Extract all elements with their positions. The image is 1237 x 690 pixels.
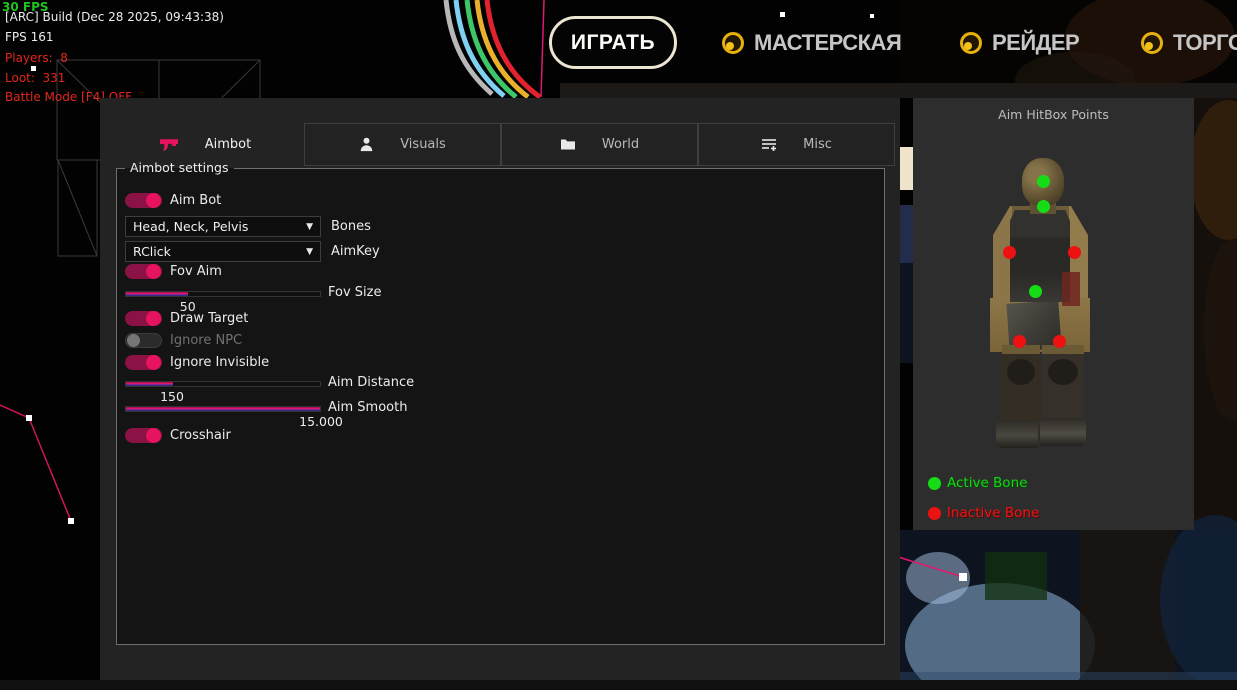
tab-world[interactable]: World — [501, 123, 698, 166]
hud-fps-label: FPS 161 — [5, 30, 53, 44]
hud-loot-label: Loot: 331 — [5, 71, 65, 85]
sliders-icon — [761, 137, 777, 152]
setting-row-aim-smooth: 15.000 Aim Smooth — [125, 403, 407, 415]
hitbox-panel-title: Aim HitBox Points — [913, 107, 1194, 122]
play-button[interactable]: ИГРАТЬ — [549, 16, 677, 69]
aim-bot-toggle[interactable] — [125, 193, 162, 208]
setting-row-ignore-npc: Ignore NPC — [125, 333, 242, 348]
hud-players-label: Players: 8 — [5, 51, 68, 65]
setting-row-fov-aim: Fov Aim — [125, 264, 222, 279]
aimkey-dropdown[interactable]: RClick ▼ — [125, 241, 321, 262]
bones-dropdown[interactable]: Head, Neck, Pelvis ▼ — [125, 216, 321, 237]
gun-icon — [160, 138, 179, 152]
group-title: Aimbot settings — [125, 160, 234, 175]
tab-misc[interactable]: Misc — [698, 123, 895, 166]
crosshair-label: Crosshair — [170, 428, 231, 443]
coin-icon — [1141, 32, 1163, 54]
hitbox-point-left-shoulder[interactable] — [1003, 246, 1016, 259]
aimkey-value: RClick — [133, 244, 171, 259]
setting-row-aim-bot: Aim Bot — [125, 193, 221, 208]
bones-value: Head, Neck, Pelvis — [133, 219, 248, 234]
setting-row-aimkey: RClick ▼ AimKey — [125, 241, 380, 262]
slider-fill — [126, 292, 188, 296]
setting-row-aim-distance: 150 Aim Distance — [125, 378, 414, 390]
aim-distance-slider[interactable] — [125, 381, 321, 387]
hitbox-panel: Aim HitBox Points Active Bone — [913, 98, 1194, 530]
active-bone-dot — [928, 477, 941, 490]
bones-label: Bones — [331, 219, 371, 234]
game-screen: 30 FPS [ARC] Build (Dec 28 2025, 09:43:3… — [0, 0, 1237, 690]
cheat-menu-panel: Aimbot Visuals World — [100, 98, 900, 680]
aim-distance-label: Aim Distance — [328, 375, 414, 390]
hitbox-point-right-shoulder[interactable] — [1068, 246, 1081, 259]
player-model — [993, 154, 1093, 454]
draw-target-label: Draw Target — [170, 311, 248, 326]
aim-smooth-label: Aim Smooth — [328, 400, 407, 415]
slider-fill — [126, 407, 320, 411]
hud-build-label: [ARC] Build (Dec 28 2025, 09:43:38) — [5, 10, 224, 24]
chevron-down-icon: ▼ — [306, 247, 313, 257]
hitbox-point-left-hand[interactable] — [1013, 335, 1026, 348]
chevron-down-icon: ▼ — [306, 222, 313, 232]
tab-visuals[interactable]: Visuals — [304, 123, 501, 166]
aim-smooth-value: 15.000 — [299, 414, 343, 429]
ignore-invisible-toggle[interactable] — [125, 355, 162, 370]
aimbot-settings-group: Aimbot settings Aim Bot Head, Neck, Pelv… — [116, 168, 885, 645]
crosshair-toggle[interactable] — [125, 428, 162, 443]
tab-label: Visuals — [400, 137, 446, 152]
fov-aim-toggle[interactable] — [125, 264, 162, 279]
fov-size-label: Fov Size — [328, 285, 381, 300]
legend-inactive-bone: Inactive Bone — [928, 505, 1039, 521]
hitbox-point-right-hand[interactable] — [1053, 335, 1066, 348]
person-icon — [359, 137, 374, 152]
ignore-npc-toggle[interactable] — [125, 333, 162, 348]
inactive-bone-dot — [928, 507, 941, 520]
ignore-invisible-label: Ignore Invisible — [170, 355, 269, 370]
hitbox-point-head[interactable] — [1037, 175, 1050, 188]
coin-icon — [722, 32, 744, 54]
tab-label: Aimbot — [205, 137, 251, 152]
setting-row-crosshair: Crosshair — [125, 428, 231, 443]
aim-distance-value: 150 — [160, 389, 184, 404]
hitbox-point-neck[interactable] — [1037, 200, 1050, 213]
setting-row-draw-target: Draw Target — [125, 311, 248, 326]
nav-item-raider[interactable]: РЕЙДЕР — [960, 30, 1079, 56]
draw-target-toggle[interactable] — [125, 311, 162, 326]
aim-smooth-slider[interactable] — [125, 406, 321, 412]
coin-icon — [960, 32, 982, 54]
setting-row-bones: Head, Neck, Pelvis ▼ Bones — [125, 216, 371, 237]
fov-size-slider[interactable] — [125, 291, 321, 297]
nav-item-trade[interactable]: ТОРГО — [1141, 30, 1237, 56]
legend-active-bone: Active Bone — [928, 475, 1027, 491]
ignore-npc-label: Ignore NPC — [170, 333, 242, 348]
aimkey-label: AimKey — [331, 244, 380, 259]
fov-aim-label: Fov Aim — [170, 264, 222, 279]
setting-row-fov-size: 50 Fov Size — [125, 288, 381, 300]
hitbox-point-pelvis[interactable] — [1029, 285, 1042, 298]
slider-fill — [126, 382, 173, 386]
setting-row-ignore-invisible: Ignore Invisible — [125, 355, 269, 370]
aim-bot-label: Aim Bot — [170, 193, 221, 208]
folder-icon — [560, 138, 576, 151]
nav-item-workshop[interactable]: МАСТЕРСКАЯ — [722, 30, 901, 56]
tab-label: World — [602, 137, 639, 152]
tab-label: Misc — [803, 137, 832, 152]
